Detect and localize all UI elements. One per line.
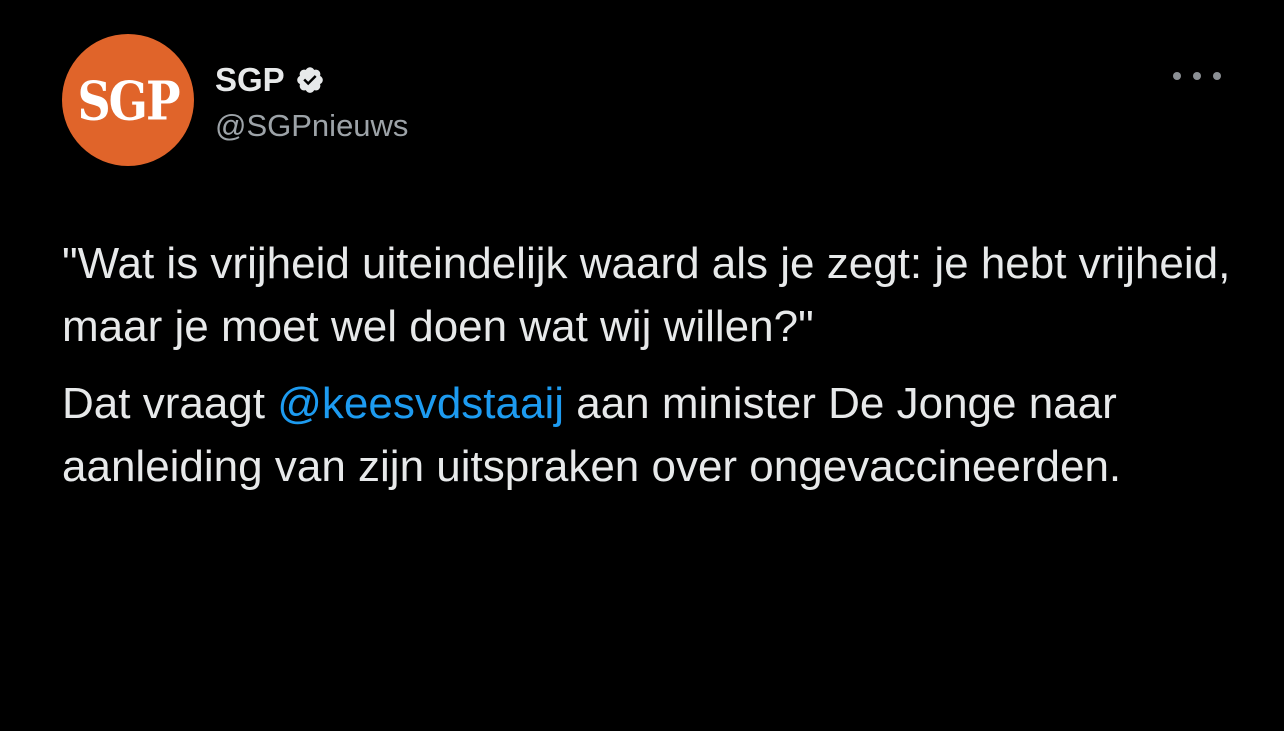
tweet-paragraph-2: Dat vraagt @keesvdstaaij aan minister De… <box>62 372 1242 498</box>
verified-badge-icon <box>295 65 325 95</box>
avatar[interactable]: SGP <box>62 34 194 166</box>
more-horizontal-icon <box>1193 72 1201 80</box>
more-horizontal-icon <box>1173 72 1181 80</box>
more-options-button[interactable] <box>1173 64 1221 88</box>
display-name[interactable]: SGP <box>215 61 285 99</box>
more-horizontal-icon <box>1213 72 1221 80</box>
tweet-text: "Wat is vrijheid uiteindelijk waard als … <box>62 232 1242 498</box>
mention-link[interactable]: @keesvdstaaij <box>277 379 564 428</box>
author-name-row: SGP <box>215 60 325 100</box>
tweet-paragraph-1: "Wat is vrijheid uiteindelijk waard als … <box>62 239 1231 351</box>
tweet-text-segment: Dat vraagt <box>62 379 278 428</box>
tweet-card: SGP SGP @SGPnieuws "Wat is vrijheid uite… <box>0 0 1284 731</box>
author-handle[interactable]: @SGPnieuws <box>215 108 408 144</box>
avatar-logo-text: SGP <box>77 69 180 133</box>
